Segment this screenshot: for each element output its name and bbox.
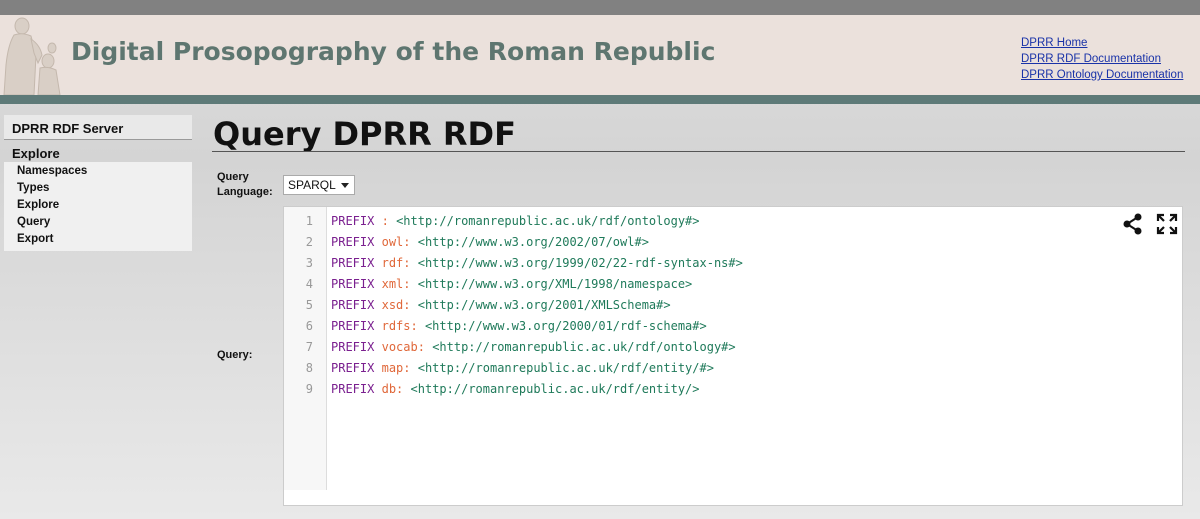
sidebar: DPRR RDF Server Explore Namespaces Types… [4, 115, 192, 251]
code-text: PREFIX xsd: <http://www.w3.org/2001/XMLS… [331, 295, 671, 316]
line-number: 6 [305, 319, 313, 333]
query-language-label: Query Language: [217, 170, 275, 200]
query-language-value: SPARQL [288, 178, 336, 192]
query-language-label-text: Query Language: [217, 171, 273, 198]
dprr-rdf-documentation-link[interactable]: DPRR RDF Documentation [1021, 51, 1183, 67]
iri: <http://www.w3.org/XML/1998/namespace> [417, 277, 693, 291]
prefix-name: vocab: [381, 340, 425, 354]
keyword-prefix: PREFIX [331, 298, 375, 312]
iri: <http://www.w3.org/1999/02/22-rdf-syntax… [417, 256, 743, 270]
line-number: 9 [305, 382, 313, 396]
dprr-home-link[interactable]: DPRR Home [1021, 35, 1183, 51]
keyword-prefix: PREFIX [331, 319, 375, 333]
code-line: 3 PREFIX rdf: <http://www.w3.org/1999/02/… [284, 253, 1164, 274]
code-line: 5 PREFIX xsd: <http://www.w3.org/2001/XML… [284, 295, 1164, 316]
code-text: PREFIX xml: <http://www.w3.org/XML/1998/… [331, 274, 692, 295]
iri: <http://www.w3.org/2002/07/owl#> [417, 235, 649, 249]
iri: <http://romanrepublic.ac.uk/rdf/entity/#… [417, 361, 714, 375]
code-text: PREFIX owl: <http://www.w3.org/2002/07/o… [331, 232, 649, 253]
line-number: 3 [305, 256, 313, 270]
keyword-prefix: PREFIX [331, 235, 375, 249]
site-header: Digital Prosopography of the Roman Repub… [0, 15, 1200, 95]
sidebar-item-namespaces[interactable]: Namespaces [4, 163, 192, 180]
dprr-ontology-documentation-link[interactable]: DPRR Ontology Documentation [1021, 67, 1183, 83]
keyword-prefix: PREFIX [331, 361, 375, 375]
query-label: Query: [217, 349, 253, 361]
code-line: 4 PREFIX xml: <http://www.w3.org/XML/1998… [284, 274, 1164, 295]
code-text: PREFIX rdf: <http://www.w3.org/1999/02/2… [331, 253, 743, 274]
page-title: Query DPRR RDF [213, 115, 516, 153]
sidebar-item-explore[interactable]: Explore [4, 197, 192, 214]
code-line: 7 PREFIX vocab: <http://romanrepublic.ac.… [284, 337, 1164, 358]
site-title: Digital Prosopography of the Roman Repub… [71, 37, 716, 66]
prefix-name: owl: [381, 235, 411, 249]
sidebar-nav: Namespaces Types Explore Query Export [4, 162, 192, 251]
keyword-prefix: PREFIX [331, 277, 375, 291]
iri: <http://romanrepublic.ac.uk/rdf/ontology… [432, 340, 736, 354]
code-line: 6 PREFIX rdfs: <http://www.w3.org/2000/01… [284, 316, 1164, 337]
line-number: 2 [305, 235, 313, 249]
prefix-name: map: [381, 361, 411, 375]
iri: <http://romanrepublic.ac.uk/rdf/ontology… [396, 214, 700, 228]
main-content: Query DPRR RDF [212, 112, 1185, 153]
line-number: 8 [305, 361, 313, 375]
code-lines: 1 PREFIX : <http://romanrepublic.ac.uk/rd… [284, 211, 1164, 400]
sidebar-title: DPRR RDF Server [4, 115, 192, 140]
query-editor[interactable]: 1 PREFIX : <http://romanrepublic.ac.uk/rd… [283, 206, 1183, 506]
prefix-name: rdfs: [381, 319, 418, 333]
prefix-name: xsd: [381, 298, 411, 312]
prefix-name: db: [381, 382, 404, 396]
code-line: 8 PREFIX map: <http://romanrepublic.ac.uk… [284, 358, 1164, 379]
sidebar-item-query[interactable]: Query [4, 214, 192, 231]
code-text: PREFIX map: <http://romanrepublic.ac.uk/… [331, 358, 714, 379]
query-language-select[interactable]: SPARQL [283, 175, 355, 195]
prefix-name: : [381, 214, 389, 228]
prefix-name: xml: [381, 277, 411, 291]
code-line: 9 PREFIX db: <http://romanrepublic.ac.uk/… [284, 379, 1164, 400]
share-icon[interactable] [1122, 213, 1144, 240]
fullscreen-icon[interactable] [1156, 213, 1178, 240]
keyword-prefix: PREFIX [331, 340, 375, 354]
chevron-down-icon [341, 183, 349, 188]
prefix-name: rdf: [381, 256, 411, 270]
code-text: PREFIX rdfs: <http://www.w3.org/2000/01/… [331, 316, 707, 337]
iri: <http://www.w3.org/2000/01/rdf-schema#> [424, 319, 707, 333]
roman-statue-logo [3, 17, 61, 95]
keyword-prefix: PREFIX [331, 256, 375, 270]
code-line: 1 PREFIX : <http://romanrepublic.ac.uk/rd… [284, 211, 1164, 232]
iri: <http://www.w3.org/2001/XMLSchema#> [417, 298, 671, 312]
code-text: PREFIX : <http://romanrepublic.ac.uk/rdf… [331, 211, 700, 232]
line-number: 1 [305, 214, 313, 228]
top-bar [0, 0, 1200, 15]
header-links: DPRR Home DPRR RDF Documentation DPRR On… [1021, 35, 1183, 83]
line-number: 7 [305, 340, 313, 354]
sidebar-item-export[interactable]: Export [4, 231, 192, 248]
title-rule [212, 151, 1185, 152]
code-text: PREFIX db: <http://romanrepublic.ac.uk/r… [331, 379, 700, 400]
sidebar-item-types[interactable]: Types [4, 180, 192, 197]
sidebar-section-explore: Explore [12, 146, 60, 161]
iri: <http://romanrepublic.ac.uk/rdf/entity/> [410, 382, 700, 396]
line-number: 4 [305, 277, 313, 291]
line-number: 5 [305, 298, 313, 312]
keyword-prefix: PREFIX [331, 382, 375, 396]
editor-toolbar [1114, 213, 1178, 240]
code-line: 2 PREFIX owl: <http://www.w3.org/2002/07/… [284, 232, 1164, 253]
header-divider [0, 95, 1200, 104]
code-text: PREFIX vocab: <http://romanrepublic.ac.u… [331, 337, 736, 358]
keyword-prefix: PREFIX [331, 214, 375, 228]
